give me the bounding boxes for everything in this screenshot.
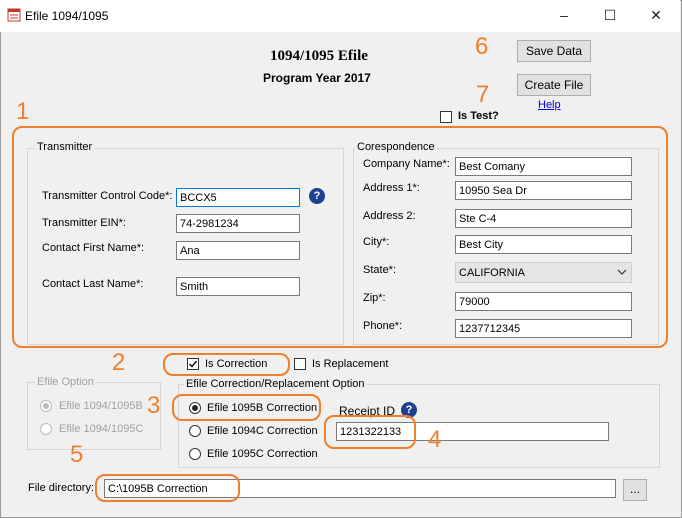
is-test-label: Is Test? bbox=[458, 110, 499, 122]
annotation-box-1 bbox=[12, 126, 668, 348]
page-title: 1094/1095 Efile bbox=[270, 48, 368, 64]
browse-button[interactable]: ... bbox=[623, 479, 647, 501]
annotation-box-5 bbox=[95, 474, 240, 502]
efile-1095c-correction-label: Efile 1095C Correction bbox=[207, 448, 318, 460]
maximize-button[interactable]: ☐ bbox=[587, 0, 633, 32]
annotation-number-2: 2 bbox=[112, 349, 126, 376]
window-title: Efile 1094/1095 bbox=[25, 9, 109, 23]
file-directory-label: File directory: bbox=[28, 482, 95, 494]
is-replacement-label: Is Replacement bbox=[312, 358, 389, 370]
efile-option-group bbox=[27, 382, 161, 450]
annotation-number-6: 6 bbox=[475, 33, 489, 60]
minimize-button[interactable]: – bbox=[541, 0, 587, 32]
efile-1094-1095c-label: Efile 1094/1095C bbox=[59, 423, 144, 435]
correction-option-group-label: Efile Correction/Replacement Option bbox=[184, 378, 367, 390]
annotation-number-3: 3 bbox=[147, 392, 161, 419]
efile-1095c-correction-radio[interactable] bbox=[189, 448, 201, 460]
is-test-checkbox[interactable] bbox=[440, 111, 452, 123]
annotation-box-2 bbox=[163, 353, 290, 376]
annotation-box-3 bbox=[172, 394, 321, 421]
annotation-number-5: 5 bbox=[70, 441, 84, 468]
efile-1094c-correction-label: Efile 1094C Correction bbox=[207, 425, 318, 437]
efile-1094-1095b-radio[interactable] bbox=[40, 400, 52, 412]
annotation-number-7: 7 bbox=[476, 81, 490, 108]
program-year: Program Year 2017 bbox=[263, 71, 371, 85]
app-icon bbox=[7, 8, 21, 22]
is-replacement-checkbox[interactable] bbox=[294, 358, 306, 370]
efile-1094c-correction-radio[interactable] bbox=[189, 425, 201, 437]
efile-1094-1095b-label: Efile 1094/1095B bbox=[59, 400, 143, 412]
create-file-button[interactable]: Create File bbox=[517, 74, 591, 96]
annotation-number-1: 1 bbox=[16, 98, 30, 125]
annotation-number-4: 4 bbox=[428, 426, 442, 453]
efile-option-group-label: Efile Option bbox=[35, 376, 96, 388]
title-bar: Efile 1094/1095 – ☐ ✕ bbox=[0, 0, 680, 32]
help-link[interactable]: Help bbox=[538, 99, 561, 111]
efile-1094-1095c-radio[interactable] bbox=[40, 423, 52, 435]
close-button[interactable]: ✕ bbox=[633, 0, 679, 32]
save-data-button[interactable]: Save Data bbox=[517, 40, 591, 62]
annotation-box-4 bbox=[324, 415, 416, 449]
